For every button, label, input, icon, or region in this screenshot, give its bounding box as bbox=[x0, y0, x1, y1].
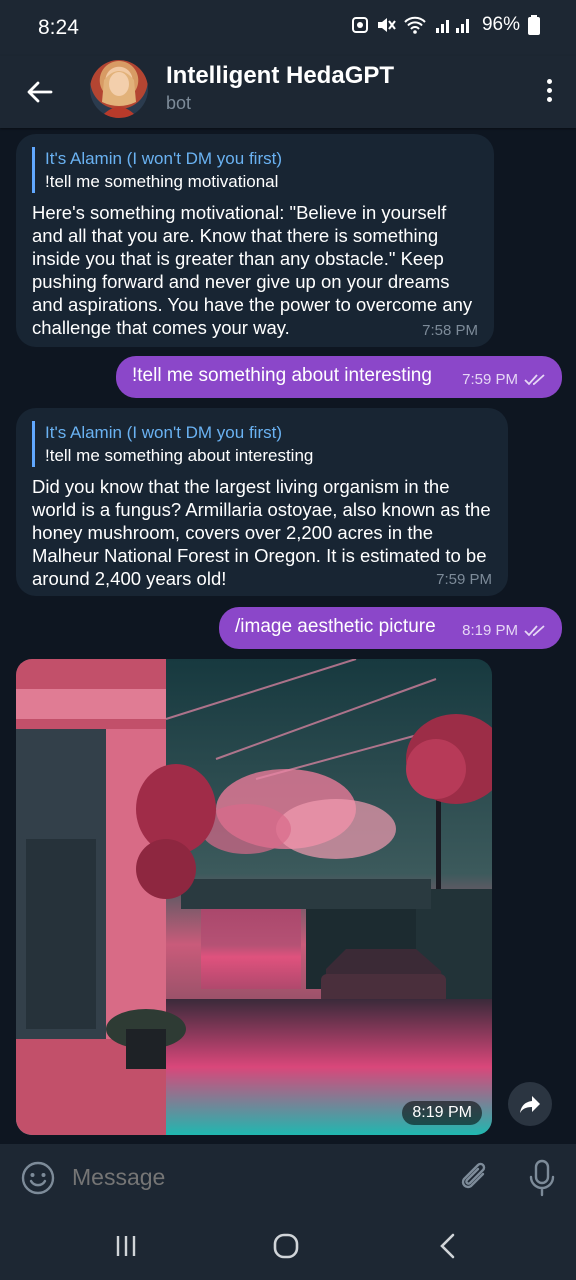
message-time: 8:19 PM bbox=[462, 622, 518, 639]
double-check-icon bbox=[524, 373, 545, 385]
message-text: Here's something motivational: "Believe … bbox=[32, 202, 473, 338]
arrow-left-icon bbox=[27, 81, 53, 103]
battery-icon bbox=[528, 15, 540, 35]
reply-author: It's Alamin (I won't DM you first) bbox=[45, 149, 282, 168]
double-check-icon bbox=[524, 624, 545, 636]
signal-icon bbox=[434, 16, 474, 34]
dot-icon bbox=[546, 87, 552, 93]
message-input[interactable] bbox=[70, 1163, 434, 1192]
incoming-message[interactable]: It's Alamin (I won't DM you first) !tell… bbox=[16, 408, 508, 596]
share-arrow-icon bbox=[520, 1096, 540, 1113]
message-list[interactable]: It's Alamin (I won't DM you first) !tell… bbox=[0, 128, 576, 1144]
home-icon bbox=[273, 1233, 299, 1259]
avatar[interactable] bbox=[90, 60, 148, 118]
message-text: /image aesthetic picture bbox=[235, 616, 436, 637]
message-text: !tell me something about interesting bbox=[132, 365, 432, 386]
microphone-icon bbox=[529, 1159, 555, 1197]
more-menu-button[interactable] bbox=[540, 70, 558, 110]
outgoing-message[interactable]: /image aesthetic picture 8:19 PM bbox=[219, 607, 562, 649]
status-time: 8:24 bbox=[38, 16, 79, 39]
image-message[interactable]: 8:19 PM bbox=[16, 659, 492, 1135]
message-time: 7:59 PM bbox=[436, 571, 492, 588]
voice-record-button[interactable] bbox=[526, 1158, 558, 1198]
recents-icon bbox=[116, 1236, 136, 1256]
chat-header: Intelligent HedaGPT bot bbox=[0, 56, 576, 128]
dot-icon bbox=[546, 78, 552, 84]
chevron-left-icon bbox=[440, 1233, 455, 1259]
outgoing-message[interactable]: !tell me something about interesting 7:5… bbox=[116, 356, 562, 398]
reply-text: !tell me something motivational bbox=[45, 172, 279, 191]
message-text: Did you know that the largest living org… bbox=[32, 476, 491, 589]
message-time: 7:58 PM bbox=[422, 322, 478, 339]
chat-subtitle: bot bbox=[166, 93, 192, 113]
message-composer bbox=[0, 1144, 576, 1212]
status-bar: 8:24 96% bbox=[0, 0, 576, 56]
reply-quote[interactable]: It's Alamin (I won't DM you first) !tell… bbox=[32, 147, 478, 193]
chat-title[interactable]: Intelligent HedaGPT bbox=[166, 62, 394, 90]
reply-text: !tell me something about interesting bbox=[45, 446, 314, 465]
incoming-message[interactable]: It's Alamin (I won't DM you first) !tell… bbox=[16, 134, 494, 347]
reply-author: It's Alamin (I won't DM you first) bbox=[45, 423, 282, 442]
notification-icon bbox=[351, 16, 368, 34]
battery-percent: 96% bbox=[481, 14, 520, 35]
smile-icon bbox=[21, 1161, 55, 1195]
emoji-button[interactable] bbox=[20, 1160, 56, 1196]
back-button[interactable] bbox=[20, 72, 60, 112]
status-icons: 96% bbox=[351, 14, 540, 36]
mute-icon bbox=[376, 16, 396, 34]
aesthetic-picture-image bbox=[16, 659, 492, 1135]
message-time: 8:19 PM bbox=[402, 1101, 482, 1125]
system-navigation-bar bbox=[0, 1212, 576, 1280]
reply-quote[interactable]: It's Alamin (I won't DM you first) !tell… bbox=[32, 421, 492, 467]
dot-icon bbox=[546, 96, 552, 102]
message-time: 7:59 PM bbox=[462, 371, 518, 388]
recent-apps-button[interactable] bbox=[106, 1230, 146, 1262]
share-button[interactable] bbox=[508, 1082, 552, 1126]
attach-button[interactable] bbox=[458, 1160, 492, 1196]
home-button[interactable] bbox=[266, 1230, 306, 1262]
wifi-icon bbox=[404, 16, 426, 34]
paperclip-icon bbox=[461, 1162, 486, 1189]
system-back-button[interactable] bbox=[428, 1230, 468, 1262]
